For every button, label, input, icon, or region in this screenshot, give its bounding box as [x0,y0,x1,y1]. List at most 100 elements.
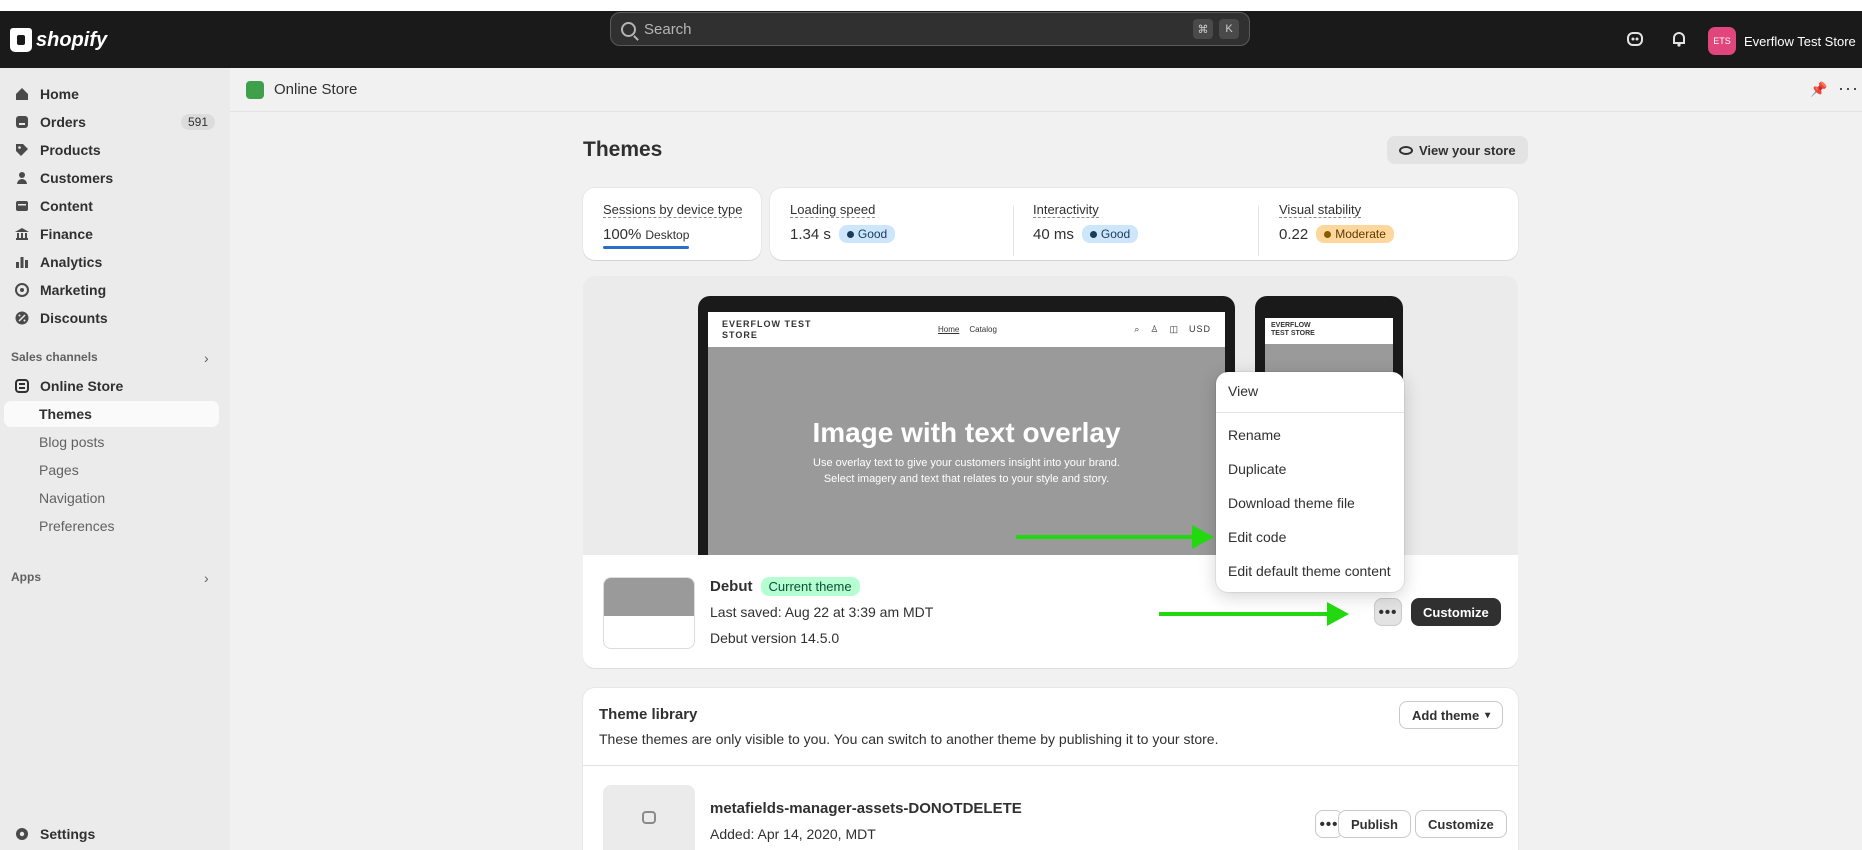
hero-line-2: Select imagery and text that relates to … [823,472,1110,485]
publish-button[interactable]: Publish [1338,810,1411,838]
orders-icon [16,116,28,128]
online-store-icon [15,379,29,393]
sidebar-item-label: Products [40,142,101,158]
visual-stability-value: 0.22 Moderate [1279,225,1394,243]
sidebar-item-marketing[interactable]: Marketing [4,277,219,303]
sidebar-item-products[interactable]: Products [4,137,219,163]
add-theme-label: Add theme [1412,707,1480,723]
menu-item-duplicate[interactable]: Duplicate [1228,461,1286,477]
interactivity-number: 40 ms [1033,225,1074,243]
apps-heading[interactable]: Apps [11,570,41,584]
theme-thumbnail [603,577,695,649]
sidebar-item-label: Discounts [40,310,108,326]
sidebar-item-label: Customers [40,170,114,186]
library-customize-button[interactable]: Customize [1415,810,1507,838]
visual-stability-number: 0.22 [1279,225,1309,243]
menu-item-edit-code[interactable]: Edit code [1228,529,1286,545]
view-store-label: View your store [1419,142,1516,158]
sessions-value: 100% Desktop [603,226,689,243]
sidebar-item-content[interactable]: Content [4,193,219,219]
menu-divider [1216,412,1404,413]
sessions-bar [603,246,689,249]
chevron-down-icon: ▾ [1485,709,1491,721]
search-input[interactable]: Search ⌘ K [610,12,1250,46]
sidebar-item-label: Marketing [40,282,107,298]
person-icon [17,172,27,184]
shopify-logo[interactable]: shopify [10,28,107,52]
sidebar-item-preferences[interactable]: Preferences [4,513,219,539]
sidebar-item-analytics[interactable]: Analytics [4,249,219,275]
visual-stability-label[interactable]: Visual stability [1279,202,1362,218]
cart-icon: ◫ [1169,324,1179,334]
theme-actions-button[interactable]: ••• [1374,598,1402,626]
menu-item-view[interactable]: View [1228,383,1258,399]
library-theme-name: metafields-manager-assets-DONOTDELETE [710,800,1022,817]
gear-icon [16,828,28,840]
top-bar: shopify Search ⌘ K ETS Everflow Test Sto… [0,0,1862,68]
divider [583,765,1518,766]
loading-speed-label[interactable]: Loading speed [790,202,876,218]
sidebar-item-customers[interactable]: Customers [4,165,219,191]
interactivity-value: 40 ms Good [1033,225,1139,243]
chevron-right-icon[interactable]: › [204,350,209,366]
sidebar-item-blog-posts[interactable]: Blog posts [4,429,219,455]
store-avatar: ETS [1708,27,1736,55]
sidebar-item-pages[interactable]: Pages [4,457,219,483]
sidebar-item-label: Finance [40,226,93,242]
theme-last-saved: Last saved: Aug 22 at 3:39 am MDT [710,604,934,620]
loading-speed-number: 1.34 s [790,225,831,243]
sidebar: Home Orders 591 Products Customers Conte… [0,68,230,850]
shopify-bag-icon [10,28,32,52]
sidebar-item-label: Analytics [40,254,103,270]
view-store-button[interactable]: View your store [1387,136,1528,164]
menu-item-rename[interactable]: Rename [1228,427,1281,443]
sidebar-item-orders[interactable]: Orders 591 [4,109,219,135]
bell-icon[interactable] [1670,30,1688,48]
customize-button[interactable]: Customize [1411,598,1501,626]
menu-item-download-theme[interactable]: Download theme file [1228,495,1355,511]
sessions-percent: 100% [603,226,642,243]
sales-channels-heading[interactable]: Sales channels [11,350,98,364]
preview-nav-home: Home [938,325,960,334]
preview-hero: Image with text overlay Use overlay text… [708,347,1225,556]
orders-count-badge: 591 [180,114,215,130]
mobile-preview-header: EVERFLOW TEST STORE [1265,318,1393,344]
bank-icon [15,228,29,240]
arrow-icon [1159,602,1349,626]
desktop-screen: EVERFLOW TEST STORE Home Catalog ⌕ ♙ ◫ U… [708,312,1225,556]
account-icon: ♙ [1150,324,1160,334]
sidebar-item-navigation[interactable]: Navigation [4,485,219,511]
pin-icon[interactable]: 📌 [1810,81,1827,98]
sidebar-item-settings[interactable]: Settings [4,821,219,847]
breadcrumb[interactable]: Online Store [274,81,357,98]
sessions-label[interactable]: Sessions by device type [603,202,743,218]
status-text: Good [857,227,888,241]
search-placeholder: Search [644,20,692,38]
status-text: Moderate [1335,227,1386,241]
sessions-card[interactable]: Sessions by device type 100% Desktop [583,188,761,260]
more-options-icon[interactable]: ··· [1838,78,1859,99]
store-menu-button[interactable]: ETS Everflow Test Store [1708,27,1856,55]
theme-version: Debut version 14.5.0 [710,630,840,646]
preview-header: EVERFLOW TEST STORE Home Catalog ⌕ ♙ ◫ U… [708,312,1225,347]
sidekick-icon[interactable] [1626,30,1644,48]
performance-card: Loading speed 1.34 s Good Interactivity … [770,188,1518,260]
add-theme-button[interactable]: Add theme ▾ [1399,701,1504,729]
sidebar-item-online-store[interactable]: Online Store [4,373,219,399]
loading-speed-value: 1.34 s Good [790,225,896,243]
chevron-right-icon[interactable]: › [204,570,209,586]
page-header: Online Store 📌 ··· [230,68,1862,112]
preview-currency: USD [1188,324,1211,334]
sidebar-item-themes[interactable]: Themes [4,401,219,427]
library-title: Theme library [599,706,698,723]
library-theme-thumbnail [603,785,695,850]
store-name: Everflow Test Store [1744,33,1856,49]
command-key: ⌘ [1193,19,1213,39]
sidebar-item-home[interactable]: Home [4,81,219,107]
sidebar-item-discounts[interactable]: Discounts [4,305,219,331]
menu-item-edit-default-content[interactable]: Edit default theme content [1228,563,1391,579]
interactivity-label[interactable]: Interactivity [1033,202,1099,218]
desktop-preview: EVERFLOW TEST STORE Home Catalog ⌕ ♙ ◫ U… [698,296,1235,556]
sidebar-item-label: Settings [40,826,96,842]
sidebar-item-finance[interactable]: Finance [4,221,219,247]
